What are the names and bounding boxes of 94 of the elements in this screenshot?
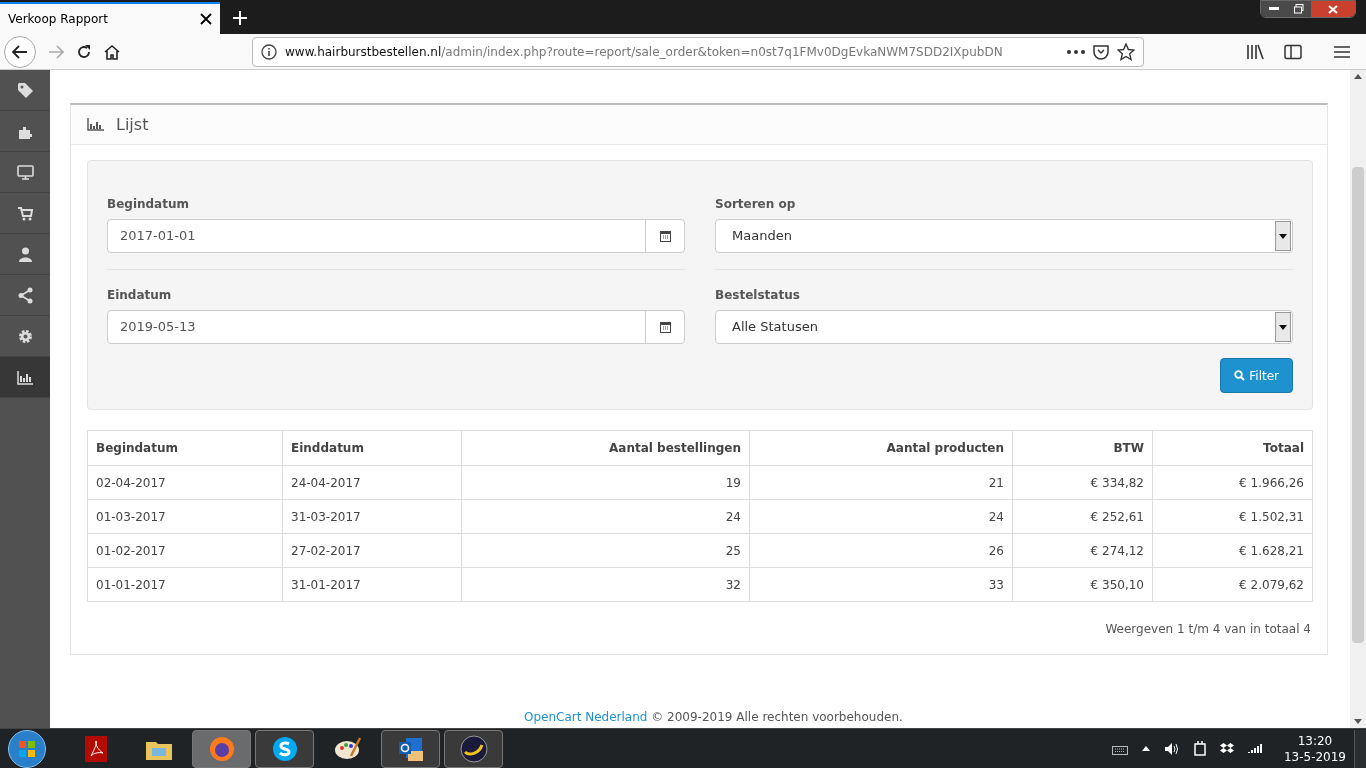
column-header[interactable]: Aantal bestellingen	[461, 430, 750, 466]
monitor-icon	[15, 162, 35, 182]
taskbar-app[interactable]	[192, 729, 251, 768]
taskbar-app[interactable]	[255, 729, 314, 768]
back-arrow-icon	[12, 44, 28, 59]
speaker-icon[interactable]	[1163, 741, 1180, 756]
table-cell: 24	[749, 499, 1013, 534]
search-icon	[1234, 370, 1246, 381]
column-header[interactable]: Begindatum	[87, 430, 283, 466]
box-icon[interactable]	[1219, 742, 1234, 755]
clock-date: 13-5-2019	[1283, 748, 1346, 765]
address-bar[interactable]: www.hairburstbestellen.nl/admin/index.php?route=report/sale_order&token=n0st7q1FMv0DgEvkaNWM7SDD2IXpubDN	[252, 36, 1144, 67]
table-cell: 26	[749, 533, 1013, 568]
date-field[interactable]: 2017-01-01	[107, 219, 685, 253]
url-text: www.hairburstbestellen.nl/admin/index.php?route=report/sale_order&token=n0st7q1FMv0DgEvkaNWM7SDD2IXpubDN	[285, 43, 1004, 61]
table-cell: 33	[749, 567, 1013, 602]
table-cell: € 2.079,62	[1152, 567, 1313, 602]
restore-icon[interactable]	[1293, 4, 1304, 14]
table-cell: 24	[461, 499, 750, 534]
plus-icon[interactable]	[232, 10, 248, 26]
table-cell: € 350,10	[1012, 567, 1153, 602]
calendar-icon	[659, 230, 671, 242]
table-cell: 01-03-2017	[87, 499, 283, 534]
info-icon[interactable]	[261, 43, 277, 60]
back-button[interactable]	[4, 35, 36, 68]
pagination-text: Weergeven 1 t/m 4 van in totaal 4	[1105, 621, 1311, 638]
footer-text: OpenCart Nederland © 2009-2019 Alle rechten voorbehouden.	[524, 709, 903, 726]
select-field[interactable]: Maanden	[715, 219, 1293, 253]
start-button[interactable]	[8, 729, 46, 768]
bar-chart-icon	[87, 118, 104, 131]
select-field[interactable]: Alle Statusen	[715, 310, 1293, 344]
table-cell: 32	[461, 567, 750, 602]
field-label: Begindatum	[107, 196, 190, 213]
window-controls[interactable]	[1260, 0, 1356, 18]
field-label: Eindatum	[107, 287, 173, 304]
table-cell: 27-02-2017	[282, 533, 462, 568]
table-cell: 25	[461, 533, 750, 568]
clock-time: 13:20	[1297, 732, 1333, 749]
share-icon	[15, 285, 35, 305]
field-label: Bestelstatus	[715, 287, 801, 304]
more-icon[interactable]	[1067, 49, 1085, 54]
pocket-icon[interactable]	[1093, 43, 1109, 60]
calendar-icon	[659, 321, 671, 333]
table-cell: € 274,12	[1012, 533, 1153, 568]
swoosh-icon	[458, 733, 489, 764]
column-header[interactable]: BTW	[1012, 430, 1153, 466]
windows-logo-icon	[18, 739, 36, 758]
scrollbar[interactable]	[1350, 70, 1366, 728]
field-value: 2017-01-01	[119, 227, 197, 246]
table-cell: € 1.502,31	[1152, 499, 1313, 534]
footer-link[interactable]: OpenCart Nederland	[524, 710, 648, 724]
field-value: Maanden	[731, 227, 793, 246]
table-cell: 02-04-2017	[87, 465, 283, 500]
field-label: Sorteren op	[715, 196, 797, 213]
minimize-icon[interactable]	[1268, 7, 1279, 11]
taskbar-app[interactable]	[381, 729, 440, 768]
field-value: Alle Statusen	[731, 318, 819, 337]
taskbar-app[interactable]	[444, 729, 503, 768]
dropdown-arrow-icon	[1279, 324, 1287, 330]
caret-up-icon[interactable]	[1141, 746, 1150, 751]
column-header[interactable]: Einddatum	[282, 430, 462, 466]
table-cell: 19	[461, 465, 750, 500]
library-icon[interactable]	[1246, 43, 1264, 60]
date-field[interactable]: 2019-05-13	[107, 310, 685, 344]
panel-title: Lijst	[116, 113, 149, 136]
clock[interactable]: 13:20 13-5-2019	[1283, 732, 1346, 765]
reload-icon[interactable]	[76, 43, 92, 60]
table-cell: 01-01-2017	[87, 567, 283, 602]
tags-icon	[15, 80, 35, 100]
browser-tab[interactable]: Verkoop Rapport	[0, 2, 220, 34]
field-value: 2019-05-13	[119, 318, 197, 337]
scroll-up-icon[interactable]	[1354, 74, 1362, 79]
column-header[interactable]: Totaal	[1152, 430, 1313, 466]
column-header[interactable]: Aantal producten	[749, 430, 1013, 466]
table-cell: 31-03-2017	[282, 499, 462, 534]
table-cell: € 1.628,21	[1152, 533, 1313, 568]
table-cell: 24-04-2017	[282, 465, 462, 500]
close-icon[interactable]	[200, 13, 212, 25]
table-cell: € 334,82	[1012, 465, 1153, 500]
table-cell: 21	[749, 465, 1013, 500]
dropdown-arrow-icon	[1279, 233, 1287, 239]
signal-bars-icon[interactable]	[1247, 743, 1262, 754]
table-cell: 01-02-2017	[87, 533, 283, 568]
tab-title: Verkoop Rapport	[8, 11, 108, 28]
sidebar-toggle-icon[interactable]	[1284, 43, 1302, 60]
table-cell: € 1.966,26	[1152, 465, 1313, 500]
menu-icon[interactable]	[1334, 44, 1350, 59]
scroll-down-icon[interactable]	[1354, 719, 1362, 724]
home-icon[interactable]	[104, 43, 120, 60]
table-cell: € 252,61	[1012, 499, 1153, 534]
sidebar-item[interactable]	[0, 357, 50, 398]
star-icon[interactable]	[1117, 42, 1135, 61]
filter-button[interactable]: Filter	[1220, 358, 1293, 393]
table-cell: 31-01-2017	[282, 567, 462, 602]
